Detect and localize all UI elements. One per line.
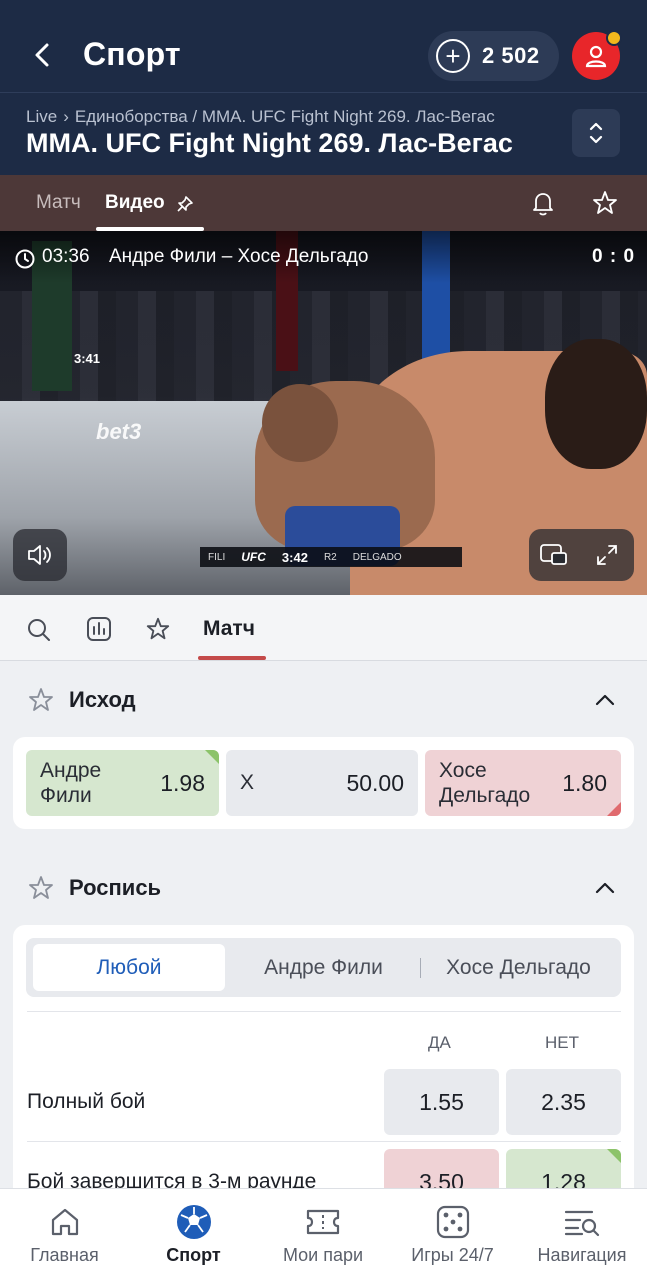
divider — [27, 1011, 621, 1012]
balance-amount: 2 502 — [482, 43, 540, 68]
odd-button-fighter2[interactable]: Хосе Дельгадо 1.80 — [425, 750, 621, 816]
picture-in-picture-icon[interactable] — [538, 542, 570, 568]
video-fighter — [262, 384, 338, 462]
breadcrumb-category[interactable]: Единоборства / MMA. UFC Fight Night 269.… — [75, 107, 495, 126]
video-cage-clock: 3:41 — [74, 351, 101, 366]
speaker-icon — [28, 545, 51, 565]
bottom-navigation: Главная Спорт Мои пари Игры 24/7 Навигац… — [0, 1188, 647, 1280]
header-divider — [0, 92, 647, 93]
odds-up-indicator — [607, 1149, 621, 1163]
nav-label: Главная — [30, 1245, 99, 1265]
star-icon[interactable] — [27, 686, 55, 714]
app-header: Спорт + 2 502 Live › Единоборства / MMA. U… — [0, 0, 647, 175]
nav-label: Навигация — [537, 1245, 627, 1265]
segment-fighter2[interactable]: Хосе Дельгадо — [426, 944, 611, 991]
video-score: 0 : 0 — [592, 246, 636, 267]
nav-navigation[interactable]: Навигация — [517, 1189, 647, 1280]
odd-button-fighter1[interactable]: Андре Фили 1.98 — [26, 750, 219, 816]
balance-button[interactable]: + 2 502 — [428, 31, 559, 81]
scorebug-round: R2 — [323, 551, 337, 563]
video-time: 03:36 — [42, 246, 90, 267]
back-arrow-icon[interactable] — [26, 38, 60, 72]
nav-label: Мои пари — [282, 1245, 364, 1265]
nav-label: Спорт — [166, 1245, 221, 1265]
player-filter-segmented: Любой Андре Фили Хосе Дельгадо — [26, 938, 621, 997]
video-ad-text: bet3 — [96, 419, 142, 444]
nav-my-bets[interactable]: Мои пари — [258, 1189, 388, 1280]
segment-any[interactable]: Любой — [33, 944, 225, 991]
segment-separator — [420, 958, 421, 978]
odd-value: 50.00 — [346, 769, 404, 796]
odds-up-indicator — [205, 750, 219, 764]
segment-fighter1[interactable]: Андре Фили — [231, 944, 416, 991]
odd-no-button[interactable]: 2.35 — [506, 1069, 621, 1135]
row-divider — [27, 1141, 621, 1142]
clock-icon — [15, 249, 35, 269]
dice-icon — [436, 1205, 469, 1239]
video-scorebug: FILI UFC 3:42 R2 DELGADO — [200, 547, 462, 567]
nav-games[interactable]: Игры 24/7 — [388, 1189, 517, 1280]
breadcrumb: Live › Единоборства / MMA. UFC Fight Night… — [26, 107, 495, 127]
soccer-ball-icon — [176, 1205, 211, 1239]
outcome-section-header[interactable]: Исход — [0, 680, 647, 720]
notification-dot — [606, 30, 622, 46]
odd-label: X — [240, 771, 255, 795]
video-fighter — [545, 339, 647, 469]
section-title: Исход — [69, 687, 136, 712]
odds-down-indicator — [607, 802, 621, 816]
bell-icon[interactable] — [529, 189, 557, 217]
outcome-card: Андре Фили 1.98 X 50.00 Хосе Дельгадо 1.… — [13, 737, 634, 829]
odd-button-draw[interactable]: X 50.00 — [226, 750, 418, 816]
chevron-up-icon[interactable] — [594, 690, 616, 710]
tab-match[interactable]: Матч — [36, 192, 81, 214]
volume-button[interactable] — [13, 529, 67, 581]
event-title: MMA. UFC Fight Night 269. Лас-Вегас — [26, 128, 513, 158]
plus-icon: + — [436, 39, 470, 73]
tab-market-match[interactable]: Матч — [203, 617, 255, 641]
odd-value: 1.98 — [160, 769, 205, 796]
chevron-up-icon[interactable] — [594, 878, 616, 898]
scorebug-left: FILI — [208, 551, 226, 563]
chevron-right-icon: › — [63, 107, 69, 126]
fullscreen-icon[interactable] — [594, 542, 620, 568]
video-player[interactable]: bet3 3:41 03:36 Андре Фили – Хосе Дельга… — [0, 231, 647, 595]
column-header-yes: ДА — [428, 1033, 451, 1052]
user-icon — [585, 45, 607, 68]
scorebug-brand: UFC — [241, 550, 266, 564]
tab-video[interactable]: Видео — [105, 192, 165, 214]
home-icon — [51, 1208, 78, 1236]
odd-value: 1.80 — [562, 769, 607, 796]
odd-yes-button[interactable]: 1.55 — [384, 1069, 499, 1135]
scorebug-right: DELGADO — [352, 551, 402, 563]
stats-icon[interactable] — [86, 616, 112, 642]
favorite-star-icon[interactable] — [591, 189, 619, 217]
nav-home[interactable]: Главная — [0, 1189, 129, 1280]
video-fight-name: Андре Фили – Хосе Дельгадо — [109, 246, 369, 267]
active-market-indicator — [198, 656, 266, 660]
event-switcher-button[interactable] — [572, 109, 620, 157]
favorites-star-icon[interactable] — [145, 616, 171, 642]
nav-sport[interactable]: Спорт — [129, 1189, 258, 1280]
page-title: Спорт — [83, 36, 181, 72]
schedule-section-header[interactable]: Роспись — [0, 868, 647, 908]
odd-label: Андре Фили — [40, 758, 102, 807]
chevron-up-down-icon — [589, 122, 603, 144]
ticket-icon — [306, 1209, 340, 1235]
menu-search-icon — [564, 1210, 600, 1237]
nav-label: Игры 24/7 — [411, 1245, 494, 1265]
star-icon[interactable] — [27, 874, 55, 902]
column-header-no: НЕТ — [545, 1033, 579, 1052]
pin-icon[interactable] — [176, 195, 194, 213]
breadcrumb-live[interactable]: Live — [26, 107, 57, 126]
scorebug-time: 3:42 — [281, 549, 308, 565]
odd-label: Хосе Дельгадо — [439, 758, 531, 807]
market-row-label: Полный бой — [27, 1090, 146, 1113]
profile-button[interactable] — [572, 30, 622, 80]
search-icon[interactable] — [26, 617, 52, 643]
section-title: Роспись — [69, 875, 162, 900]
